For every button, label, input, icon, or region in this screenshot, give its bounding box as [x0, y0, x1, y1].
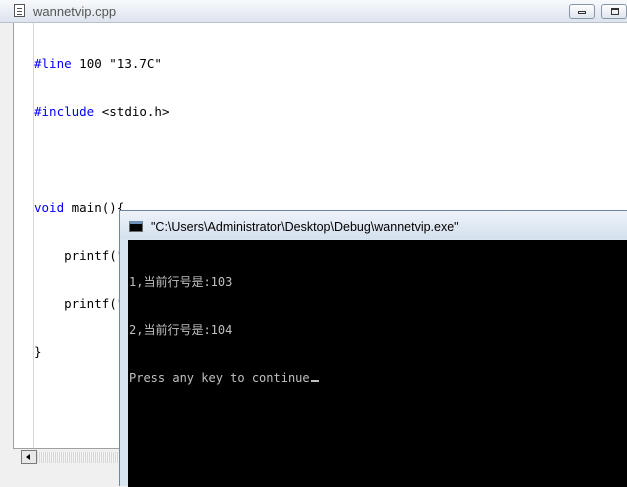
left-gutter	[0, 23, 13, 463]
editor-titlebar[interactable]: wannetvip.cpp	[0, 0, 627, 23]
minimize-button[interactable]	[569, 4, 595, 19]
document-icon	[14, 4, 25, 17]
code-line: #include <stdio.h>	[34, 104, 330, 120]
console-text: 1,当前行号是:103 2,当前行号是:104 Press any key to…	[129, 242, 319, 418]
horizontal-scrollbar[interactable]	[13, 448, 125, 465]
selection-margin	[14, 23, 34, 448]
console-window: "C:\Users\Administrator\Desktop\Debug\wa…	[119, 210, 627, 487]
maximize-icon	[611, 8, 619, 15]
console-line: Press any key to continue	[129, 371, 310, 385]
minimize-icon	[578, 11, 586, 14]
console-line: 1,当前行号是:103	[129, 275, 233, 289]
code-line: #line 100 "13.7C"	[34, 56, 330, 72]
code-keyword: void	[34, 200, 65, 215]
scroll-left-icon	[26, 454, 30, 460]
console-icon	[129, 221, 143, 232]
console-title: "C:\Users\Administrator\Desktop\Debug\wa…	[151, 220, 459, 234]
scrollbar-track[interactable]	[37, 452, 125, 463]
code-rest: main(){	[64, 200, 125, 215]
code-rest: 100 "13.7C"	[71, 56, 162, 71]
editor-title: wannetvip.cpp	[33, 4, 117, 19]
console-line: 2,当前行号是:104	[129, 323, 233, 337]
code-rest: <stdio.h>	[94, 104, 170, 119]
console-titlebar[interactable]: "C:\Users\Administrator\Desktop\Debug\wa…	[120, 211, 627, 239]
scroll-left-button[interactable]	[21, 450, 37, 464]
console-prompt-line: Press any key to continue	[129, 370, 319, 386]
maximize-button[interactable]	[601, 4, 627, 19]
text-cursor	[310, 380, 319, 382]
code-keyword: #line	[34, 56, 72, 71]
console-output-area[interactable]: 1,当前行号是:103 2,当前行号是:104 Press any key to…	[128, 240, 627, 487]
code-keyword: #include	[34, 104, 95, 119]
code-rest: }	[34, 344, 42, 359]
